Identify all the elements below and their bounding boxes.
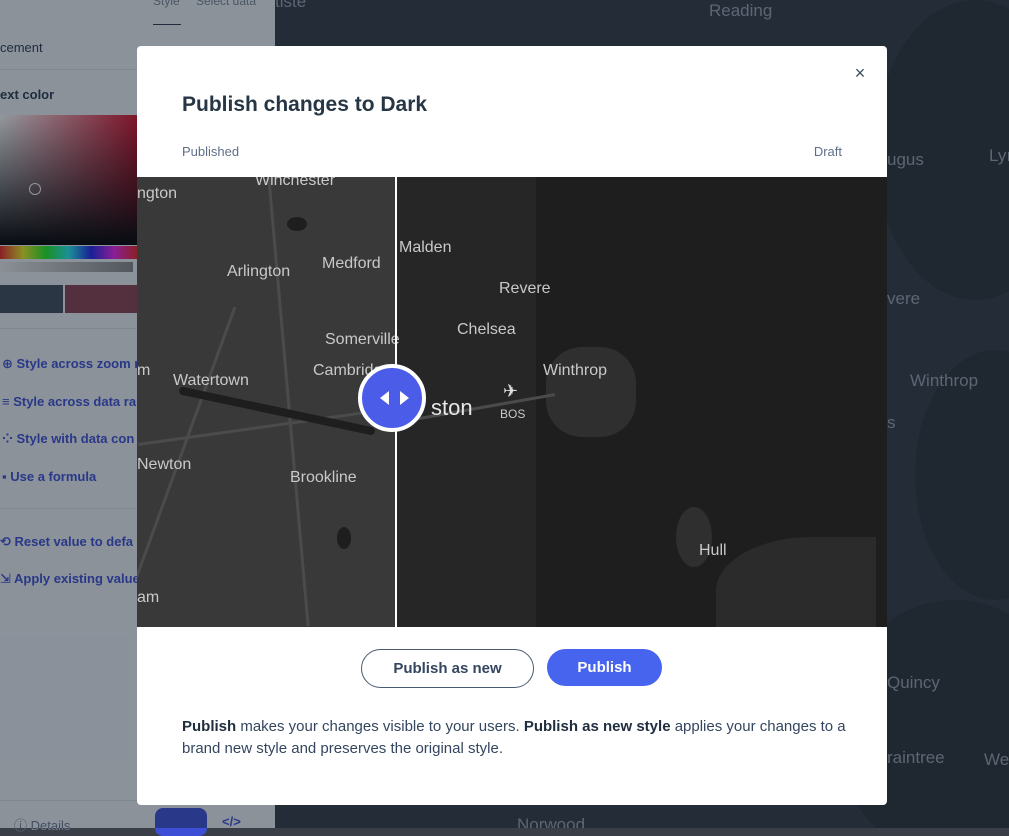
map-label: Medford [322,255,381,272]
map-label: am [137,589,160,606]
map-label: ngton [137,185,178,202]
published-label: Published [182,144,240,159]
publish-button[interactable]: Publish [547,649,662,686]
map-label: Arlington [227,263,291,280]
map-label: BOS [500,407,526,421]
desc-text: makes your changes visible to your users… [236,718,524,735]
publish-as-new-button[interactable]: Publish as new [361,649,534,688]
arrow-left-icon [380,391,389,405]
map-label: Winchester [255,177,336,189]
compare-slider-handle[interactable] [358,364,426,432]
map-label: Brookline [290,469,357,486]
map-label: Chelsea [457,321,516,338]
draft-label: Draft [813,144,842,159]
map-label: Malden [399,239,452,256]
map-label: Hull [699,542,727,559]
close-icon[interactable]: × [849,62,871,84]
arrow-right-icon [400,391,409,405]
desc-publish-term: Publish [182,718,237,735]
airport-icon: ✈ [503,381,519,401]
map-label: Somerville [325,331,400,348]
desc-publish-new-term: Publish as new style [523,718,671,735]
publish-description: Publish makes your changes visible to yo… [182,716,852,760]
dialog-title: Publish changes to Dark [182,93,428,116]
comparison-map[interactable]: Winchester ngton Arlington Medford Malde… [137,177,887,627]
map-label: Watertown [173,372,249,389]
map-label: Newton [137,456,192,473]
publish-dialog: Publish changes to Dark × Published Draf… [137,46,887,805]
map-label: Winthrop [543,362,608,379]
map-label: Revere [499,280,551,297]
map-label: ston [431,395,473,420]
published-map-side [137,177,396,627]
map-label: m [137,362,151,379]
